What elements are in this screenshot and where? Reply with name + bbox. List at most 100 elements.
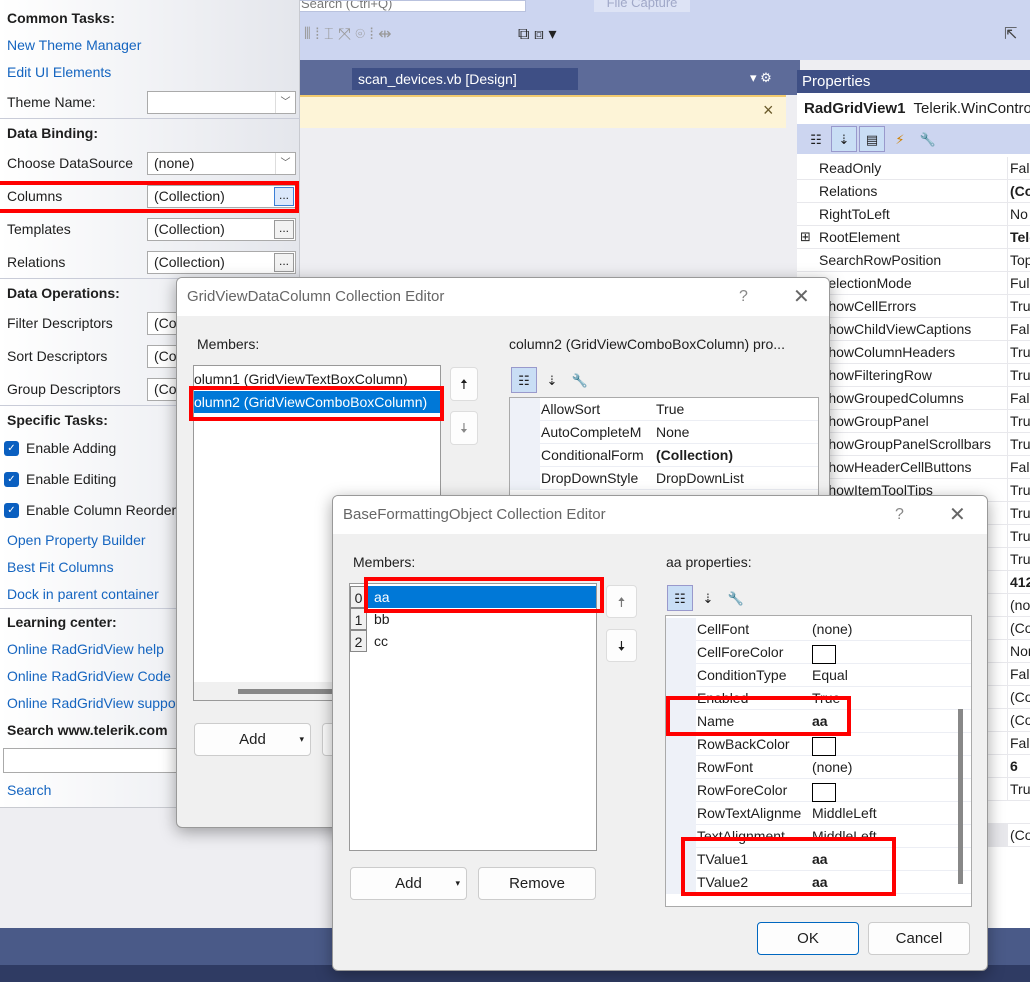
- properties-object[interactable]: RadGridView1 Telerik.WinControls: [797, 96, 1030, 122]
- move-up-button[interactable]: 🠅: [606, 585, 637, 618]
- events-icon[interactable]: ⚡: [887, 127, 913, 153]
- property-value[interactable]: FullRowSelect: [1007, 272, 1030, 294]
- property-value[interactable]: aa: [812, 710, 828, 732]
- property-row[interactable]: ⊞ RootElement Telerik: [797, 226, 1030, 249]
- property-value[interactable]: True: [1007, 502, 1030, 524]
- move-down-button[interactable]: 🠇: [450, 411, 478, 445]
- property-value[interactable]: None: [1007, 640, 1030, 662]
- relations-ellipsis-button[interactable]: ...: [274, 253, 294, 272]
- property-value[interactable]: True: [656, 398, 684, 420]
- property-value[interactable]: False: [1007, 663, 1030, 685]
- property-row[interactable]: ShowGroupedColumns False: [797, 387, 1030, 410]
- list-item[interactable]: olumn1 (GridViewTextBoxColumn): [194, 368, 440, 390]
- property-value[interactable]: True: [1007, 295, 1030, 317]
- property-value[interactable]: True: [1007, 364, 1030, 386]
- property-row[interactable]: ConditionalForm (Collection): [510, 444, 818, 467]
- property-value[interactable]: aa: [812, 871, 828, 893]
- property-value[interactable]: (none): [1007, 594, 1030, 616]
- property-value[interactable]: True: [1007, 410, 1030, 432]
- online-help-link[interactable]: Online RadGridView help: [7, 641, 164, 657]
- property-row[interactable]: AutoCompleteM None: [510, 421, 818, 444]
- share-icon[interactable]: ⇱: [1004, 24, 1017, 44]
- property-row[interactable]: AllowSort True: [510, 398, 818, 421]
- templates-ellipsis-button[interactable]: ...: [274, 220, 294, 239]
- open-property-builder-link[interactable]: Open Property Builder: [7, 532, 146, 548]
- add-button[interactable]: Add ▾: [194, 723, 311, 756]
- property-value[interactable]: True: [1007, 525, 1030, 547]
- add-button[interactable]: Add ▾: [350, 867, 467, 900]
- chevron-down-icon[interactable]: ﹀: [275, 92, 295, 113]
- property-row[interactable]: ShowColumnHeaders True: [797, 341, 1030, 364]
- best-fit-columns-link[interactable]: Best Fit Columns: [7, 559, 114, 575]
- property-row[interactable]: CellFont (none): [666, 618, 971, 641]
- property-row[interactable]: RowForeColor: [666, 779, 971, 802]
- property-value[interactable]: False: [1007, 157, 1030, 179]
- property-row[interactable]: SearchRowPosition Top: [797, 249, 1030, 272]
- list-item[interactable]: 2 cc: [350, 630, 596, 652]
- categorized-icon[interactable]: ☷: [667, 585, 693, 611]
- dropdown-arrow-icon[interactable]: ▾: [455, 868, 460, 899]
- property-value[interactable]: False: [1007, 732, 1030, 754]
- property-value[interactable]: True: [812, 687, 840, 709]
- property-row[interactable]: SelectionMode FullRowSelect: [797, 272, 1030, 295]
- property-row[interactable]: ShowHeaderCellButtons False: [797, 456, 1030, 479]
- wrench-icon[interactable]: 🔧: [915, 127, 941, 153]
- categorized-icon[interactable]: ☷: [511, 367, 537, 393]
- close-button[interactable]: ✕: [793, 278, 810, 316]
- property-value[interactable]: (none): [812, 756, 852, 778]
- property-value[interactable]: MiddleLeft: [812, 802, 877, 824]
- property-value[interactable]: 6: [1007, 755, 1030, 777]
- help-button[interactable]: ?: [739, 278, 748, 316]
- wrench-icon[interactable]: 🔧: [723, 586, 749, 612]
- close-icon[interactable]: ×: [763, 100, 774, 121]
- property-value[interactable]: (Collection): [656, 444, 733, 466]
- file-capture-button[interactable]: File Capture: [594, 0, 690, 12]
- property-row[interactable]: Enabled True: [666, 687, 971, 710]
- list-item-selected[interactable]: olumn2 (GridViewComboBoxColumn): [194, 391, 440, 413]
- property-value[interactable]: True: [1007, 778, 1030, 800]
- online-support-link[interactable]: Online RadGridView support: [7, 695, 184, 711]
- chevron-down-icon[interactable]: ﹀: [275, 153, 295, 174]
- property-value[interactable]: (Collection): [1007, 686, 1030, 708]
- expand-icon[interactable]: ⊞: [800, 226, 811, 248]
- property-value[interactable]: Telerik: [1007, 226, 1030, 248]
- categorized-icon[interactable]: ☷: [803, 127, 829, 153]
- property-row[interactable]: ShowCellErrors True: [797, 295, 1030, 318]
- tab-scan-devices-design[interactable]: scan_devices.vb [Design]: [352, 68, 578, 90]
- property-row[interactable]: TValue1 aa: [666, 848, 971, 871]
- property-row[interactable]: Relations (Collection): [797, 180, 1030, 203]
- property-value[interactable]: None: [656, 421, 689, 443]
- property-row[interactable]: ShowGroupPanelScrollbars True: [797, 433, 1030, 456]
- members-list[interactable]: 0 aa 1 bb 2 cc: [349, 583, 597, 851]
- properties-icon[interactable]: ▤: [859, 126, 885, 152]
- property-row[interactable]: ShowFilteringRow True: [797, 364, 1030, 387]
- help-button[interactable]: ?: [895, 496, 904, 534]
- datasource-combo[interactable]: (none) ﹀: [147, 152, 296, 175]
- new-theme-manager-link[interactable]: New Theme Manager: [7, 37, 141, 53]
- property-value[interactable]: (Collection): [1007, 180, 1030, 202]
- property-value[interactable]: No: [1007, 203, 1030, 225]
- list-item-selected[interactable]: 0 aa: [350, 586, 596, 608]
- color-swatch[interactable]: [812, 734, 836, 756]
- property-row[interactable]: RowFont (none): [666, 756, 971, 779]
- property-row[interactable]: RightToLeft No: [797, 203, 1030, 226]
- property-value[interactable]: (Collection): [1007, 709, 1030, 731]
- cancel-button[interactable]: Cancel: [868, 922, 970, 955]
- alphabetical-icon[interactable]: ⇣: [831, 126, 857, 152]
- property-row[interactable]: ReadOnly False: [797, 157, 1030, 180]
- property-value[interactable]: True: [1007, 479, 1030, 501]
- color-swatch[interactable]: [812, 780, 836, 802]
- property-row[interactable]: CellForeColor: [666, 641, 971, 664]
- dropdown-arrow-icon[interactable]: ▾: [299, 724, 304, 755]
- property-value[interactable]: Top: [1007, 249, 1030, 271]
- property-value[interactable]: True: [1007, 433, 1030, 455]
- theme-name-combo[interactable]: ﹀: [147, 91, 296, 114]
- property-row[interactable]: ShowGroupPanel True: [797, 410, 1030, 433]
- dock-link[interactable]: Dock in parent container: [7, 586, 159, 602]
- enable-editing-checkbox[interactable]: ✓: [4, 472, 19, 487]
- property-value[interactable]: aa: [812, 848, 828, 870]
- property-value[interactable]: True: [1007, 548, 1030, 570]
- columns-ellipsis-button[interactable]: ...: [274, 187, 294, 206]
- tab-options-icon[interactable]: ▾ ⚙: [750, 70, 772, 86]
- property-row[interactable]: ConditionType Equal: [666, 664, 971, 687]
